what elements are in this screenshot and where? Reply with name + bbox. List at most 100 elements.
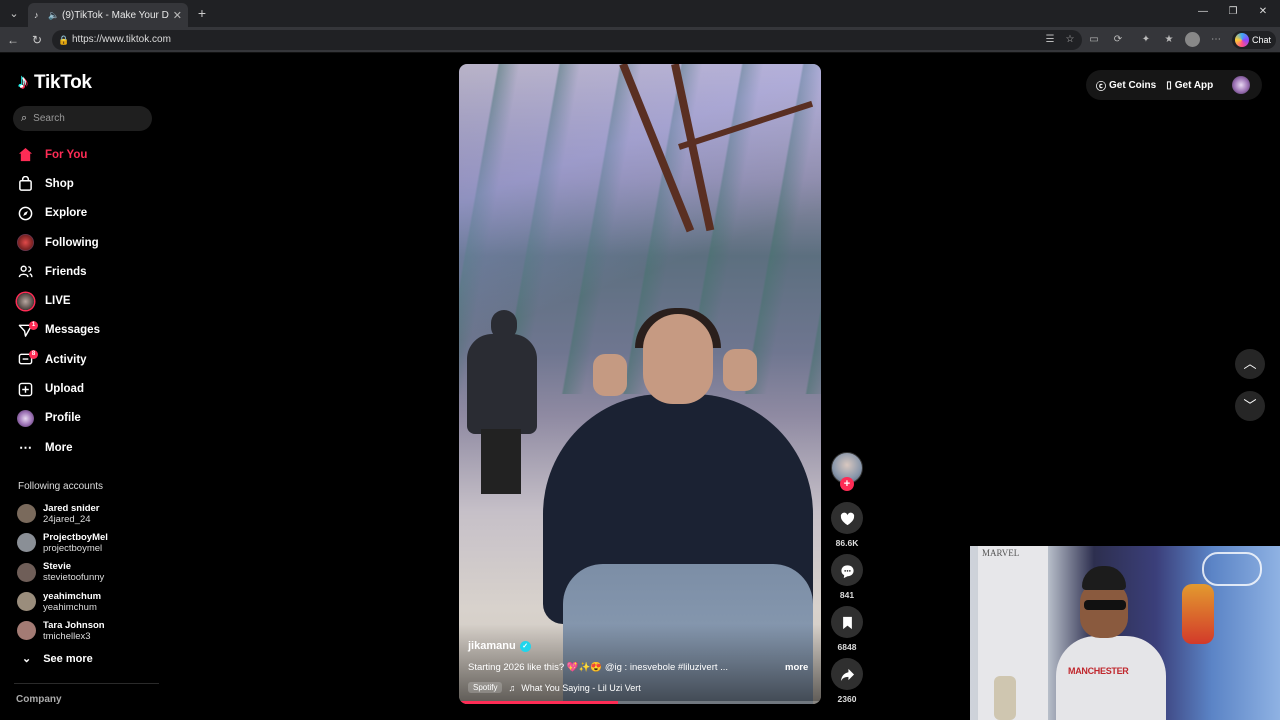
sidebar-item-label: More [45,441,73,454]
next-video-button[interactable]: ﹀ [1235,391,1265,421]
comment-count: 841 [839,590,855,600]
action-figure-decor [1182,584,1214,644]
browser-profile-avatar[interactable] [1185,32,1200,47]
chevron-down-icon: ﹀ [1243,398,1257,413]
sidebar-item-upload[interactable]: Upload [17,374,167,403]
tab-actions-chevron-icon[interactable]: ⌄ [4,4,24,24]
get-app-button[interactable]: ▯ Get App [1166,80,1213,91]
tiktok-note-icon: ♪ [18,71,28,93]
get-app-label: Get App [1174,79,1214,91]
video-music[interactable]: Spotify ♫ What You Saying - Lil Uzi Vert [468,682,641,693]
activity-badge: 8 [29,350,38,360]
reader-view-icon[interactable]: ☰ [1043,33,1057,47]
sidebar-item-more[interactable]: ⋯ More [17,433,167,462]
sidebar-item-label: Shop [45,177,74,190]
site-info-icon[interactable]: 🔒 [58,30,69,50]
back-icon[interactable]: ← [5,32,21,48]
chevron-down-icon: ⌄ [22,653,32,665]
verified-badge-icon: ✓ [519,640,531,652]
avatar [17,533,36,553]
extension-icon[interactable]: ▭ [1087,33,1101,47]
extensions-puzzle-icon[interactable]: ✦ [1139,33,1153,47]
account-name: Tara Johnson [43,619,105,631]
sidebar-item-following[interactable]: Following [17,228,167,257]
sidebar-item-activity[interactable]: 8 Activity [17,345,167,374]
sidebar-item-label: For You [45,148,88,161]
menu-dots-icon[interactable]: ⋯ [1209,33,1223,47]
poster-text: MARVEL [982,548,1020,558]
copilot-icon [1235,33,1249,47]
sidebar-item-label: Friends [45,265,87,278]
sidebar-item-label: LIVE [45,295,71,308]
like-button[interactable] [831,502,863,534]
spotify-tag: Spotify [468,682,503,693]
favorites-icon[interactable]: ★ [1162,33,1176,47]
new-tab-icon[interactable]: + [193,4,211,22]
search-input[interactable] [33,113,134,124]
upload-icon [17,381,34,398]
sidebar-item-profile[interactable]: Profile [17,404,167,433]
share-count: 2360 [837,694,857,704]
save-count: 6848 [837,642,857,652]
restore-icon[interactable]: ❐ [1226,6,1240,17]
footer-link-company[interactable]: Company [16,694,62,705]
home-icon [17,146,34,163]
get-coins-button[interactable]: ⓒ Get Coins [1096,78,1156,93]
sidebar-item-live[interactable]: LIVE [17,286,167,315]
tiktok-logo[interactable]: ♪ TikTok [18,71,92,94]
webcam-overlay: MARVEL MANCHESTER [970,546,1280,720]
video-player[interactable]: jikamanu ✓ Starting 2026 like this? 💖✨😍 … [459,64,821,704]
favorite-star-icon[interactable]: ☆ [1063,33,1077,47]
url-text: https://www.tiktok.com [72,34,171,45]
share-arrow-icon [840,669,854,682]
following-account-item[interactable]: Jared snider 24jared_24 [17,499,167,528]
url-field[interactable]: 🔒 https://www.tiktok.com [52,30,1082,50]
following-account-item[interactable]: ProjectboyMel projectboymel [17,528,167,557]
sidebar-item-explore[interactable]: Explore [17,199,167,228]
minimize-icon[interactable]: — [1196,6,1210,17]
window-close-icon[interactable]: ✕ [1256,6,1270,17]
sync-icon[interactable]: ⟳ [1111,33,1125,47]
following-account-item[interactable]: Tara Johnson tmichellex3 [17,616,167,645]
messages-badge: 1 [29,320,38,330]
search-box[interactable]: ⌕ [13,106,152,131]
video-author[interactable]: jikamanu ✓ [468,640,531,652]
share-button[interactable] [831,658,863,690]
copilot-chat-button[interactable]: Chat [1232,31,1276,49]
speaker-icon[interactable]: 🔈 [48,10,59,20]
caption-more-button[interactable]: more [785,662,808,673]
user-avatar[interactable] [1232,76,1250,94]
game-controller-decor [1202,552,1262,586]
see-more-label: See more [43,652,93,665]
following-accounts-heading: Following accounts [18,481,104,492]
video-caption: Starting 2026 like this? 💖✨😍 @ig : inesv… [468,662,729,673]
following-account-item[interactable]: yeahimchum yeahimchum [17,587,167,616]
previous-video-button[interactable]: ︿ [1235,349,1265,379]
save-button[interactable] [831,606,863,638]
sidebar-item-friends[interactable]: Friends [17,257,167,286]
following-accounts-list: Jared snider 24jared_24 ProjectboyMel proj… [17,499,167,645]
sidebar-item-messages[interactable]: 1 Messages [17,316,167,345]
sidebar-item-for-you[interactable]: For You [17,140,167,169]
see-more-button[interactable]: ⌄ See more [22,652,93,666]
video-scene-bystander [467,304,537,494]
sidebar-item-label: Profile [45,412,81,425]
browser-tab-bar: ⌄ ♪ 🔈 (9)TikTok - Make Your Day ✕ + — ❐ … [0,0,1280,27]
avatar [17,621,36,641]
comment-bubble-icon [840,565,854,578]
account-handle: projectboymel [43,542,103,554]
sidebar-divider [14,683,159,684]
tab-close-icon[interactable]: ✕ [173,9,182,22]
comment-button[interactable] [831,554,863,586]
following-avatar-icon [17,234,34,252]
refresh-icon[interactable]: ↻ [29,32,45,48]
account-handle: stevietoofunny [43,572,105,584]
more-dots-icon: ⋯ [19,439,32,455]
sidebar-item-shop[interactable]: Shop [17,169,167,198]
browser-tab[interactable]: ♪ 🔈 (9)TikTok - Make Your Day ✕ [28,3,188,27]
follow-plus-icon[interactable]: + [840,477,854,491]
following-account-item[interactable]: Stevie stevietoofunny [17,558,167,587]
account-name: Stevie [43,561,71,573]
get-coins-label: Get Coins [1109,79,1157,91]
video-progress-bar[interactable] [459,701,821,704]
